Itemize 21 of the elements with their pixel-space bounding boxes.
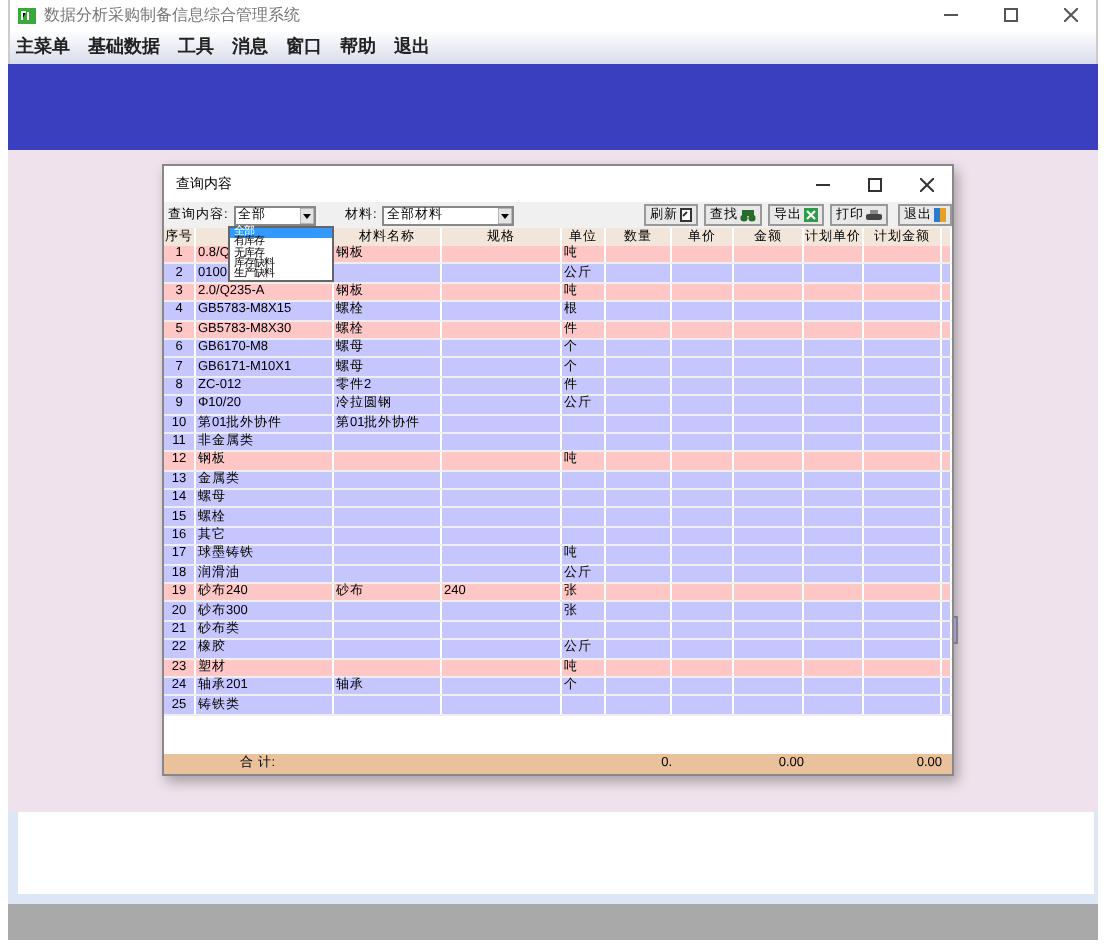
menu-item[interactable]: 消息 [232,34,268,60]
minimize-icon[interactable] [943,8,957,22]
caret-icon [498,207,512,223]
app-logo-icon [18,7,36,23]
menu-item[interactable]: 主菜单 [16,34,70,60]
window-title: 数据分析采购制备信息综合管理系统 [44,4,302,26]
menu-item[interactable]: 基础数据 [88,34,160,60]
binoculars-icon [740,209,756,221]
menu-item[interactable]: 工具 [178,34,214,60]
caret-icon [299,207,314,223]
door-icon [934,208,946,222]
close-icon[interactable] [1063,8,1077,22]
menu-item[interactable]: 帮助 [340,34,376,60]
printer-icon [866,209,882,221]
spreadsheet-icon [804,208,818,222]
maximize-icon[interactable] [867,177,881,191]
maximize-icon[interactable] [1003,8,1017,22]
menu-item[interactable]: 退出 [394,34,430,60]
close-icon[interactable] [919,177,933,191]
page-icon [680,208,692,222]
menu-item[interactable]: 窗口 [286,34,322,60]
